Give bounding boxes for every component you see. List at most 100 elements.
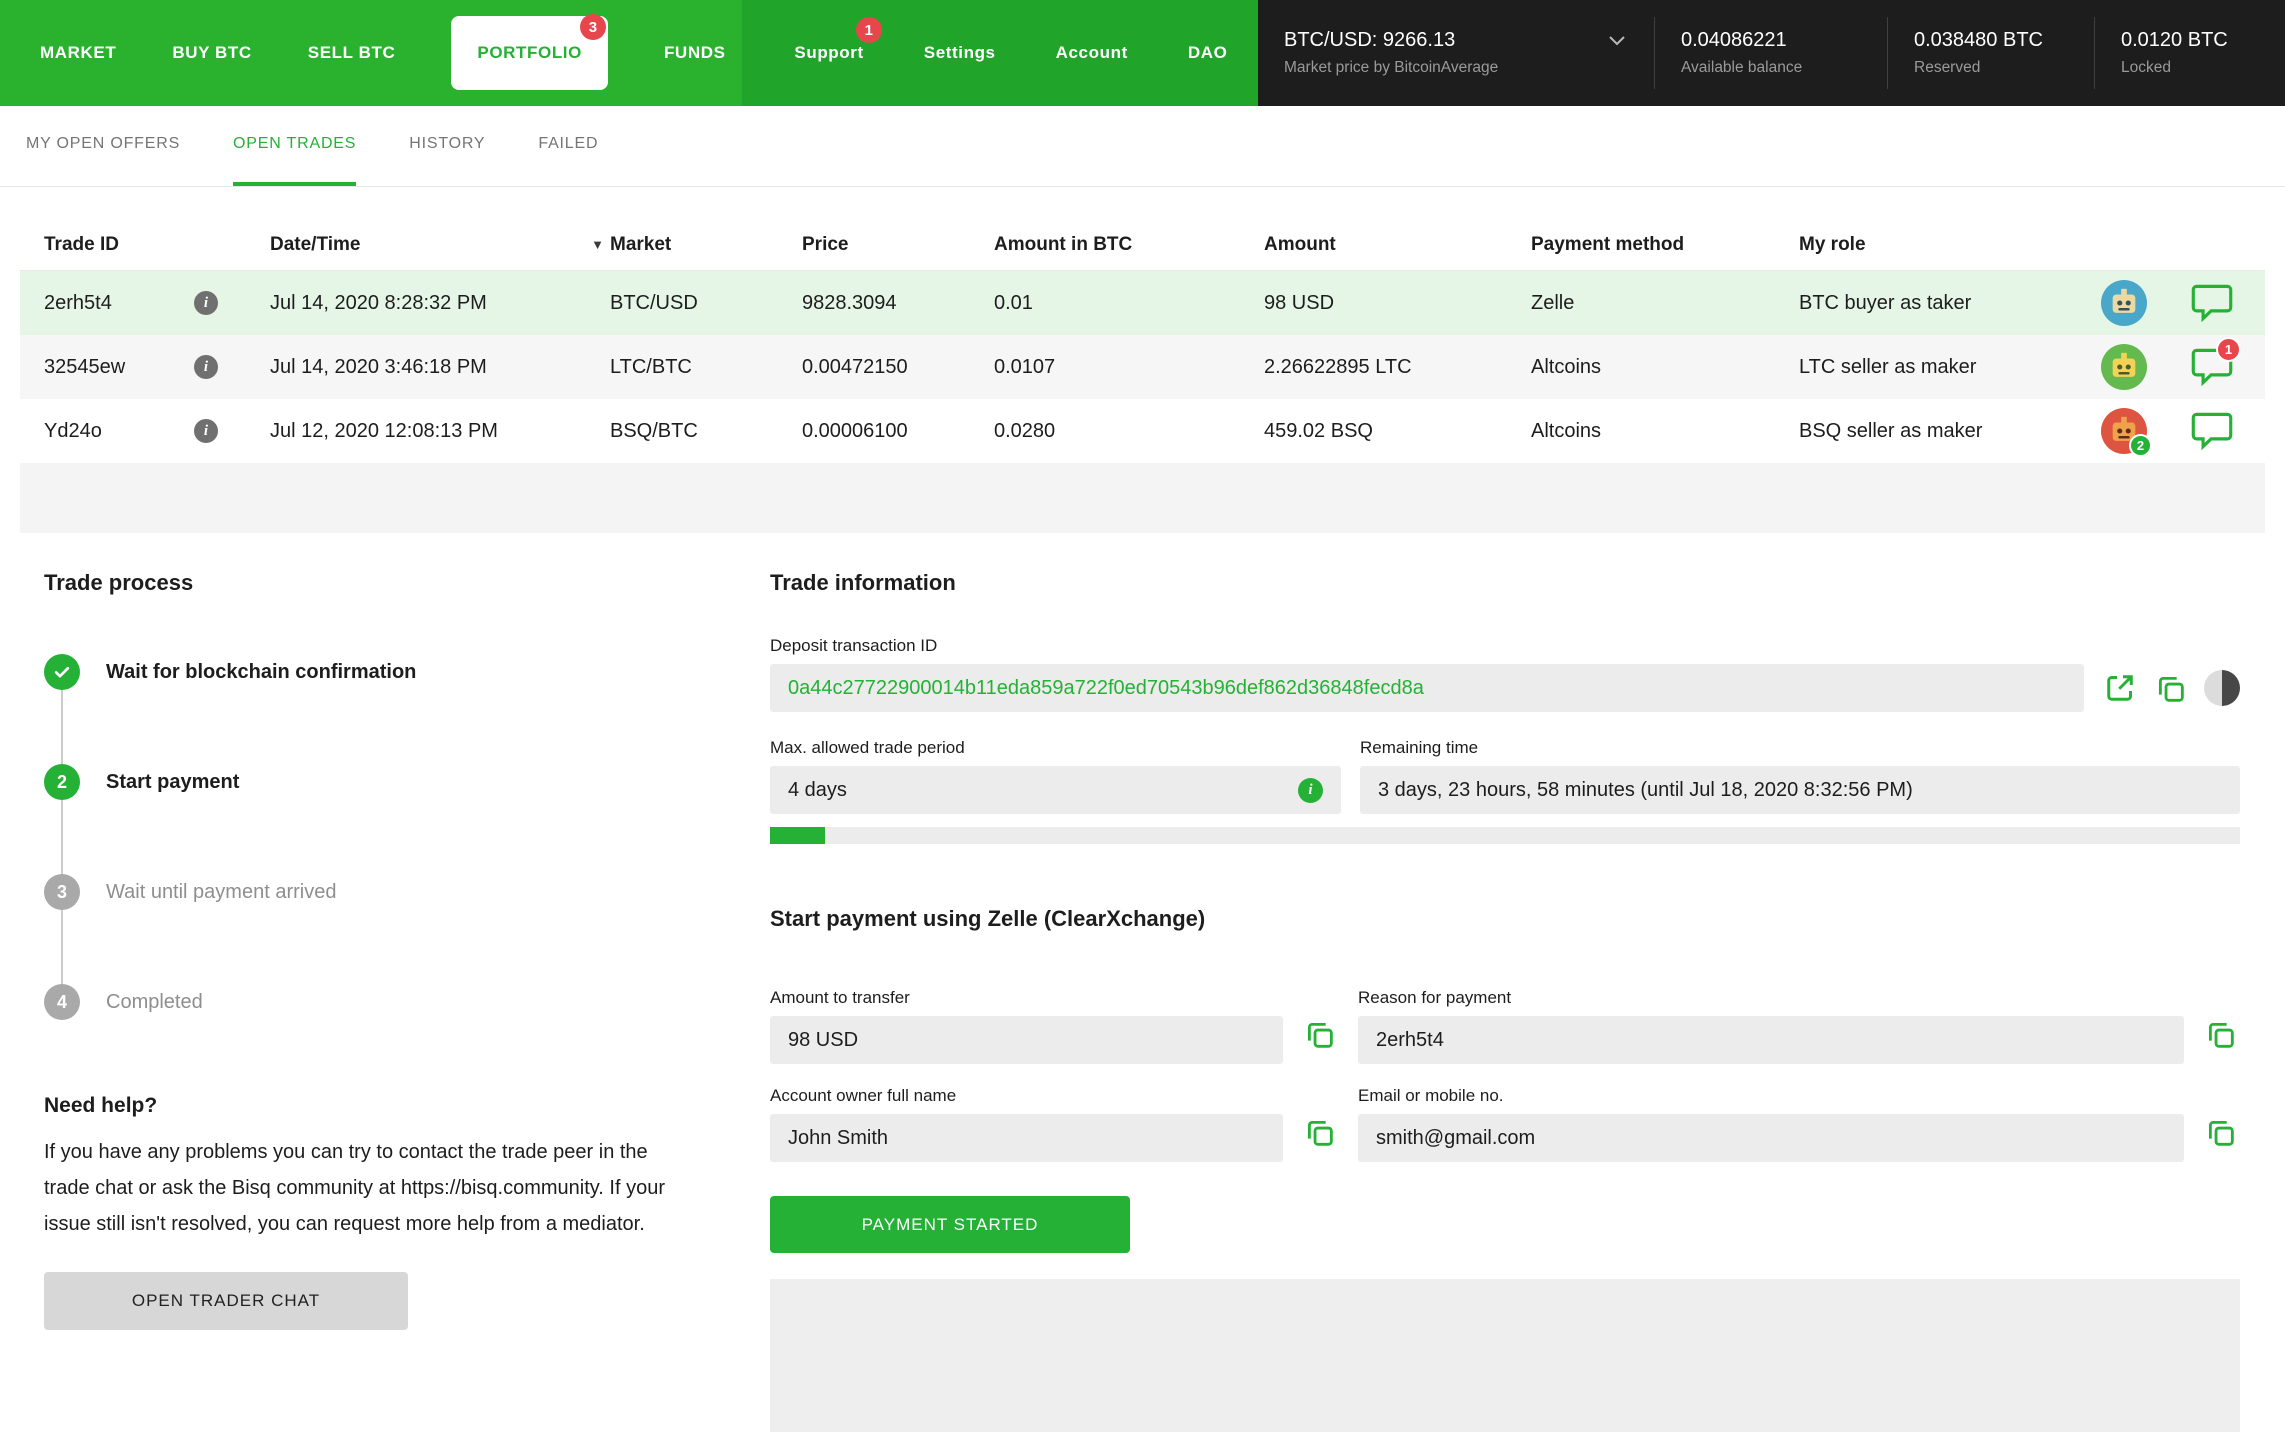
header-market[interactable]: Market <box>610 234 802 256</box>
reason-for-payment-label: Reason for payment <box>1358 988 1512 1007</box>
cell-payment-method: Altcoins <box>1531 355 1602 378</box>
cell-market: BSQ/BTC <box>610 419 698 442</box>
cell-my-role: BTC buyer as taker <box>1799 291 1972 314</box>
trade-chat-button[interactable]: 1 <box>2191 337 2241 387</box>
available-balance-value: 0.04086221 <box>1681 29 1787 51</box>
nav-item-settings[interactable]: Settings <box>924 43 996 63</box>
trade-process-title: Trade process <box>44 570 194 595</box>
amount-to-transfer-field[interactable]: 98 USD <box>770 1016 1283 1064</box>
tab-my-open-offers[interactable]: MY OPEN OFFERS <box>26 106 180 186</box>
step-wait-payment-arrived: 3 Wait until payment arrived <box>44 874 704 910</box>
step-number: 3 <box>56 881 67 902</box>
nav-item-funds[interactable]: FUNDS <box>664 43 726 63</box>
header-price[interactable]: Price <box>802 234 994 256</box>
nav-item-support-label: Support <box>794 43 864 62</box>
payment-started-button[interactable]: PAYMENT STARTED <box>770 1196 1130 1253</box>
bisq-app-window: MARKET BUY BTC SELL BTC PORTFOLIO 3 FUND… <box>0 0 2285 1440</box>
info-icon[interactable]: i <box>1298 777 1323 803</box>
cell-date: Jul 12, 2020 12:08:13 PM <box>270 419 498 442</box>
open-external-link-button[interactable] <box>2102 670 2138 706</box>
chat-icon <box>2191 412 2233 451</box>
copy-email-button[interactable] <box>2204 1116 2238 1155</box>
cell-payment-method: Zelle <box>1531 291 1575 314</box>
open-trader-chat-button[interactable]: OPEN TRADER CHAT <box>44 1272 408 1330</box>
peer-avatar[interactable] <box>2101 280 2147 326</box>
open-trades-table: Trade ID Date/Time ▼ Market Price Amount… <box>20 219 2265 533</box>
trade-chat-button[interactable] <box>2191 411 2233 451</box>
nav-status-bar: BTC/USD: 9266.13 Market price by Bitcoin… <box>1258 0 2285 106</box>
copy-reason-button[interactable] <box>2204 1018 2238 1057</box>
cell-price: 0.00006100 <box>802 419 908 442</box>
cell-market: LTC/BTC <box>610 355 692 378</box>
table-row[interactable]: Yd24o i Jul 12, 2020 12:08:13 PM BSQ/BTC… <box>20 399 2265 463</box>
tab-open-trades[interactable]: OPEN TRADES <box>233 106 357 186</box>
copy-owner-button[interactable] <box>1303 1116 1337 1155</box>
chevron-down-icon <box>1609 35 1625 45</box>
nav-item-market[interactable]: MARKET <box>40 43 116 63</box>
header-my-role[interactable]: My role <box>1799 234 2101 256</box>
cell-price: 9828.3094 <box>802 291 897 314</box>
trade-period-value: 4 days <box>788 778 847 801</box>
secondary-nav: Support 1 Settings Account DAO <box>742 0 1258 106</box>
info-icon[interactable]: i <box>194 291 218 315</box>
nav-item-account[interactable]: Account <box>1056 43 1128 63</box>
step-done-circle <box>44 654 80 690</box>
reason-for-payment-field[interactable]: 2erh5t4 <box>1358 1016 2184 1064</box>
step-label: Start payment <box>106 770 240 793</box>
nav-item-dao[interactable]: DAO <box>1188 43 1228 63</box>
header-payment-method[interactable]: Payment method <box>1531 234 1799 256</box>
cell-market: BTC/USD <box>610 291 698 314</box>
nav-item-sell-btc[interactable]: SELL BTC <box>308 43 396 63</box>
info-icon[interactable]: i <box>194 419 218 443</box>
account-owner-field[interactable]: John Smith <box>770 1114 1283 1162</box>
primary-nav: MARKET BUY BTC SELL BTC PORTFOLIO 3 FUND… <box>0 0 743 106</box>
table-row[interactable]: 2erh5t4 i Jul 14, 2020 8:28:32 PM BTC/US… <box>20 271 2265 335</box>
info-icon[interactable]: i <box>194 355 218 379</box>
cell-price: 0.00472150 <box>802 355 908 378</box>
step-wait-blockchain: Wait for blockchain confirmation <box>44 654 704 690</box>
available-balance-label: Available balance <box>1681 59 1803 76</box>
trade-information-panel: Trade information Deposit transaction ID… <box>770 570 2240 1432</box>
peer-avatar[interactable] <box>2101 344 2147 390</box>
nav-item-portfolio[interactable]: PORTFOLIO 3 <box>451 14 608 90</box>
cell-amount-btc: 0.01 <box>994 291 1033 314</box>
avatar-trade-count-badge: 2 <box>2129 434 2152 457</box>
market-price-provider: Market price by BitcoinAverage <box>1284 59 1499 76</box>
locked-balance-value: 0.0120 BTC <box>2121 29 2228 51</box>
trade-chat-button[interactable] <box>2191 283 2233 323</box>
nav-item-buy-btc[interactable]: BUY BTC <box>172 43 251 63</box>
copy-icon <box>1307 1120 1333 1146</box>
support-notification-badge: 1 <box>855 17 882 43</box>
header-date-time[interactable]: Date/Time ▼ <box>270 234 610 256</box>
copy-amount-button[interactable] <box>1303 1018 1337 1057</box>
header-amount-btc[interactable]: Amount in BTC <box>994 234 1264 256</box>
tab-history[interactable]: HISTORY <box>409 106 485 186</box>
cell-payment-method: Altcoins <box>1531 419 1602 442</box>
market-price-selector[interactable]: BTC/USD: 9266.13 Market price by Bitcoin… <box>1258 29 1654 77</box>
nav-item-support[interactable]: Support 1 <box>794 17 882 63</box>
tab-failed[interactable]: FAILED <box>538 106 598 186</box>
deposit-tx-label: Deposit transaction ID <box>770 636 938 655</box>
reserved-balance-label: Reserved <box>1914 59 1981 76</box>
cell-date: Jul 14, 2020 3:46:18 PM <box>270 355 487 378</box>
robot-avatar-icon <box>2112 288 2136 313</box>
header-amount[interactable]: Amount <box>1264 234 1531 256</box>
tx-confirmation-indicator <box>2204 670 2240 706</box>
peer-avatar[interactable]: 2 <box>2101 408 2152 457</box>
external-link-icon <box>2107 675 2133 701</box>
copy-tx-button[interactable] <box>2154 672 2188 706</box>
trade-period-progress-bar <box>770 827 2240 844</box>
remaining-time-field[interactable]: 3 days, 23 hours, 58 minutes (until Jul … <box>1360 766 2240 814</box>
top-navbar: MARKET BUY BTC SELL BTC PORTFOLIO 3 FUND… <box>0 0 2285 106</box>
header-trade-id[interactable]: Trade ID <box>44 234 194 256</box>
reserved-balance-value: 0.038480 BTC <box>1914 29 2043 51</box>
table-row[interactable]: 32545ew i Jul 14, 2020 3:46:18 PM LTC/BT… <box>20 335 2265 399</box>
chat-icon <box>2191 284 2233 323</box>
cell-trade-id: 2erh5t4 <box>44 291 112 314</box>
email-or-mobile-field[interactable]: smith@gmail.com <box>1358 1114 2184 1162</box>
step-number-circle: 3 <box>44 874 80 910</box>
deposit-tx-field[interactable]: 0a44c27722900014b11eda859a722f0ed70543b9… <box>770 664 2084 712</box>
trade-period-field[interactable]: 4 days i <box>770 766 1341 814</box>
locked-balance: 0.0120 BTC Locked <box>2095 29 2285 77</box>
trade-period-progress-fill <box>770 827 825 844</box>
